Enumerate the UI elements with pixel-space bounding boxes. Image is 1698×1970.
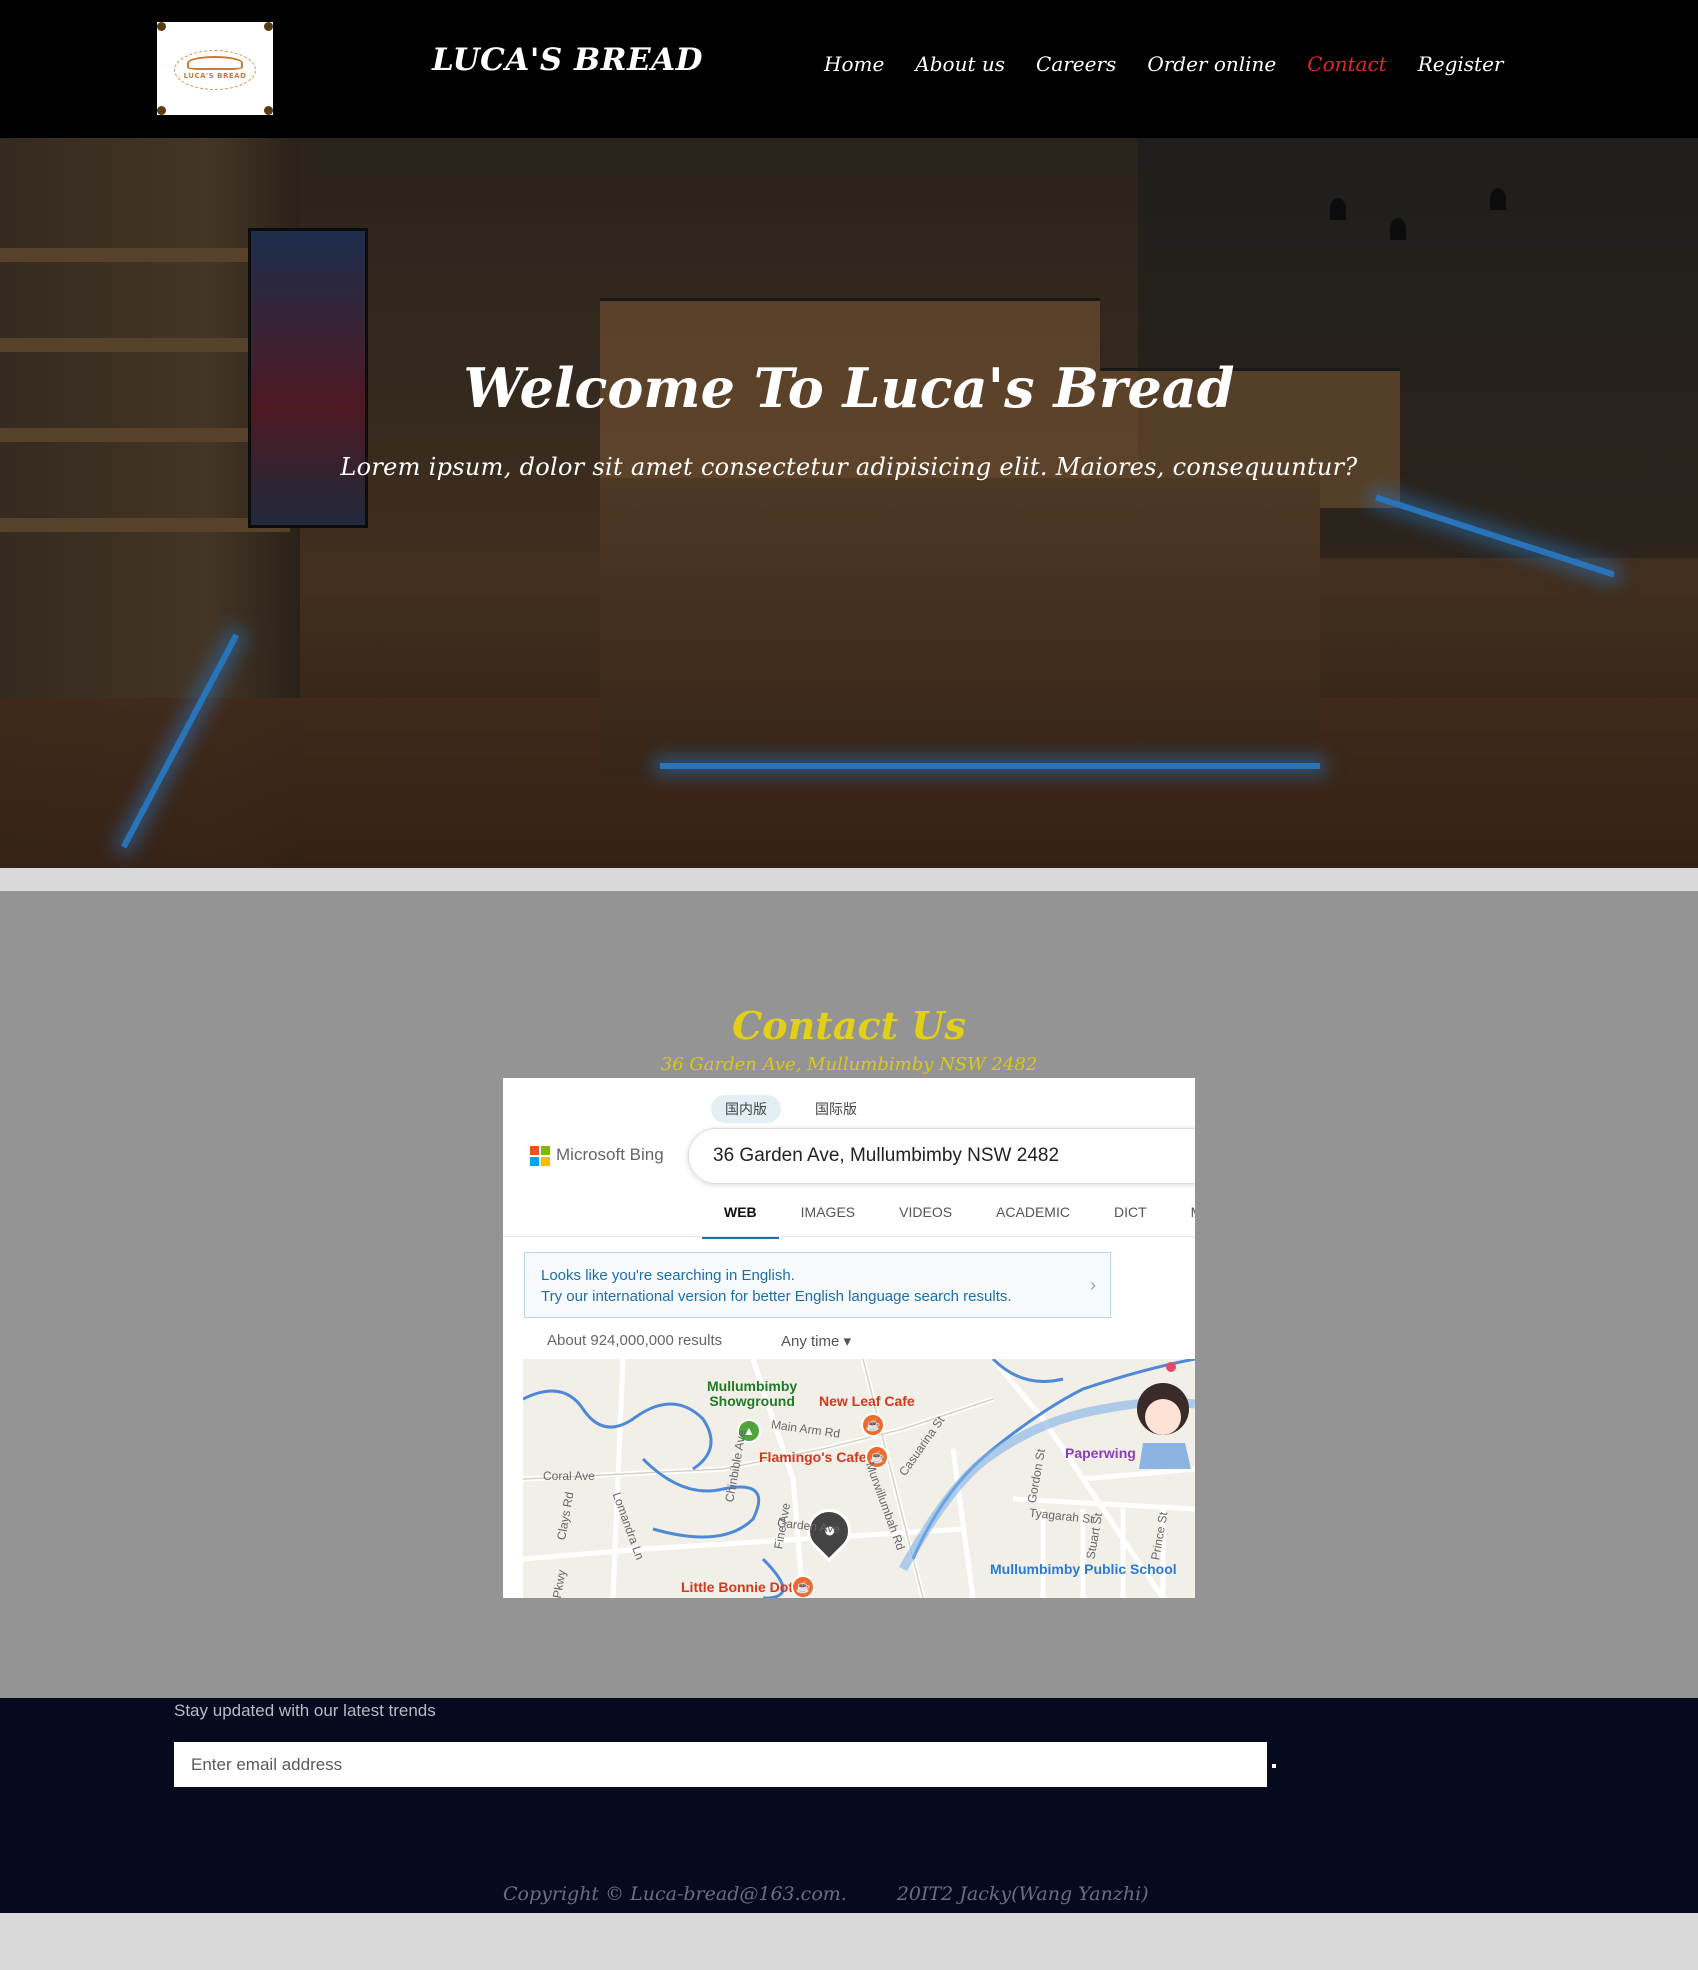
cafe-pin-icon[interactable]: ☕ — [791, 1575, 815, 1598]
bing-tab-videos[interactable]: VIDEOS — [877, 1204, 974, 1239]
newsletter-label: Stay updated with our latest trends — [174, 1701, 436, 1720]
microsoft-logo-icon — [530, 1146, 550, 1166]
email-input[interactable] — [174, 1742, 1267, 1787]
contact-section: Contact Us 36 Garden Ave, Mullumbimby NS… — [0, 891, 1698, 1698]
nav-contact[interactable]: Contact — [1307, 52, 1386, 76]
cafe-pin-icon[interactable]: ☕ — [861, 1413, 885, 1437]
map-road-coral: Coral Ave — [543, 1469, 595, 1483]
logo-dot — [264, 106, 273, 115]
author-text: 20IT2 Jacky(Wang Yanzhi) — [896, 1883, 1149, 1905]
nav-careers[interactable]: Careers — [1036, 52, 1116, 76]
chevron-right-icon: › — [1090, 1275, 1096, 1295]
bing-divider — [503, 1236, 1195, 1237]
logo-text: LUCA'S BREAD — [183, 72, 247, 80]
nav-order-online[interactable]: Order online — [1147, 52, 1276, 76]
brand-name: LUCA'S BREAD — [432, 42, 704, 78]
notice-line-2: Try our international version for better… — [541, 1288, 1012, 1305]
nav-home[interactable]: Home — [824, 52, 884, 76]
bing-tab-web[interactable]: WEB — [702, 1204, 779, 1239]
map-label-little-bonnie: Little Bonnie Dot — [681, 1579, 793, 1595]
logo-dot — [157, 106, 166, 115]
logo-dot — [157, 22, 166, 31]
bing-language-notice[interactable]: Looks like you're searching in English. … — [524, 1252, 1111, 1318]
notice-line-1: Looks like you're searching in English. — [541, 1267, 795, 1284]
bing-tab-images[interactable]: IMAGES — [779, 1204, 877, 1239]
map-label-showground: Mullumbimby Showground — [707, 1378, 798, 1409]
bing-screenshot: 国内版 国际版 Microsoft Bing 36 Garden Ave, Mu… — [503, 1078, 1195, 1598]
map[interactable]: Mullumbimby Showground ▲ New Leaf Cafe ☕ … — [523, 1359, 1195, 1598]
logo[interactable]: LUCA'S BREAD — [157, 22, 273, 115]
map-label-new-leaf: New Leaf Cafe — [819, 1393, 915, 1409]
map-label-flamingos: Flamingo's Cafe — [759, 1449, 867, 1465]
bing-tab-domestic[interactable]: 国内版 — [711, 1095, 781, 1123]
hero-subtitle: Lorem ipsum, dolor sit amet consectetur … — [340, 453, 1358, 481]
bing-tab-dict[interactable]: DICT — [1092, 1204, 1169, 1239]
hero-banner: Welcome To Luca's Bread Lorem ipsum, dol… — [0, 138, 1698, 868]
bing-tab-academic[interactable]: ACADEMIC — [974, 1204, 1092, 1239]
nav-register[interactable]: Register — [1418, 52, 1504, 76]
newsletter-dot — [1272, 1764, 1276, 1768]
bing-tab-international[interactable]: 国际版 — [801, 1095, 871, 1123]
bing-result-tabs: WEB IMAGES VIDEOS ACADEMIC DICT M — [702, 1204, 1195, 1239]
bing-results-count: About 924,000,000 results — [547, 1332, 723, 1349]
hero-title: Welcome To Luca's Bread — [463, 356, 1235, 420]
bing-tab-more[interactable]: M — [1169, 1204, 1195, 1239]
bing-time-filter[interactable]: Any time ▾ — [781, 1332, 851, 1350]
contact-title: Contact Us — [732, 1003, 966, 1048]
copyright: Copyright © Luca-bread@163.com. 20IT2 Jac… — [503, 1883, 1149, 1905]
nav-about-us[interactable]: About us — [915, 52, 1005, 76]
contact-address: 36 Garden Ave, Mullumbimby NSW 2482 — [660, 1054, 1038, 1075]
site-footer: Stay updated with our latest trends Copy… — [0, 1698, 1698, 1913]
bread-icon — [187, 56, 243, 70]
bing-search-input[interactable]: 36 Garden Ave, Mullumbimby NSW 2482 — [688, 1128, 1195, 1184]
map-label-public-school: Mullumbimby Public School — [990, 1561, 1177, 1577]
copyright-text: Copyright © Luca-bread@163.com. — [503, 1883, 847, 1905]
site-header: LUCA'S BREAD LUCA'S BREAD Home About us … — [0, 0, 1698, 138]
map-label-paperwing: Paperwing — [1065, 1445, 1136, 1461]
hero-overlay — [0, 138, 1698, 868]
logo-dot — [264, 22, 273, 31]
main-nav: Home About us Careers Order online Conta… — [824, 52, 1504, 76]
bing-brand: Microsoft Bing — [556, 1145, 664, 1164]
bing-version-tabs: 国内版 国际版 — [711, 1095, 871, 1123]
